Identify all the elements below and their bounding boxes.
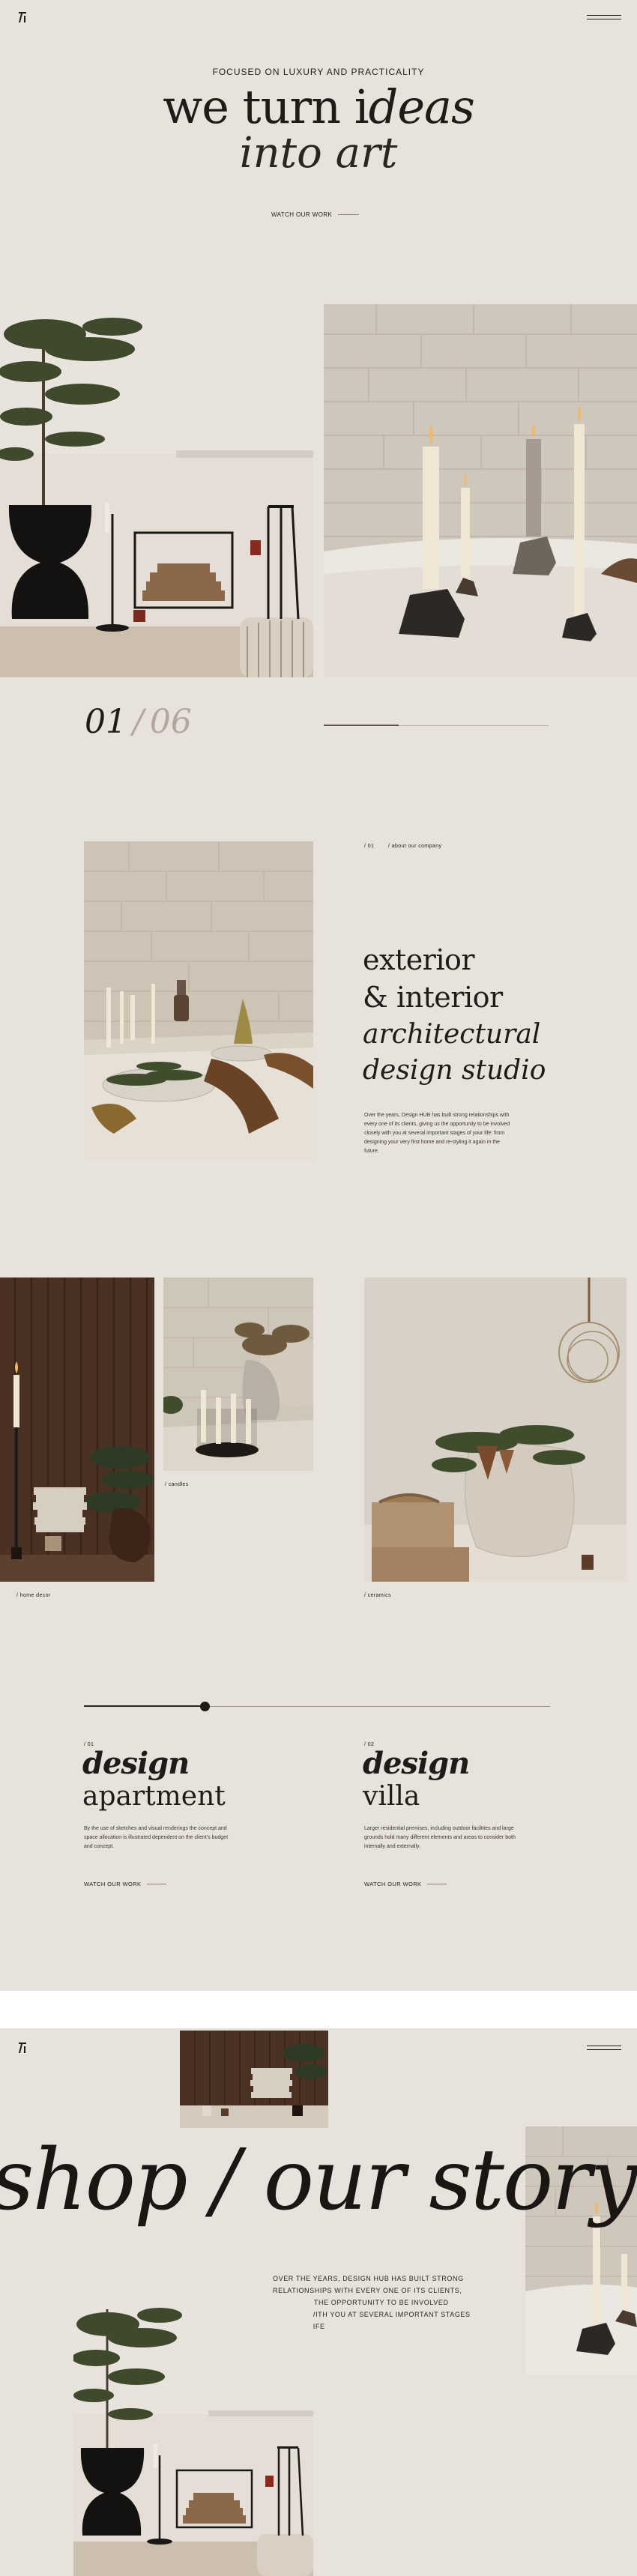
- photo-shop-home-decor: [180, 2031, 328, 2128]
- about-title-line4: design studio: [363, 1055, 546, 1086]
- slide-counter-separator: /: [133, 703, 144, 741]
- slide-counter-total: 06: [149, 703, 192, 741]
- about-title-line1: exterior: [363, 943, 475, 976]
- slider-progress-fill: [324, 725, 399, 726]
- service-1-cta[interactable]: WATCH OUR WORK: [84, 1881, 167, 1887]
- logo-mark-icon[interactable]: [16, 10, 28, 24]
- photo-ceramics: [364, 1278, 627, 1582]
- slider-handle[interactable]: [200, 1702, 210, 1711]
- service-2-title-a: design: [363, 1746, 470, 1781]
- caption-ceramics[interactable]: / ceramics: [364, 1593, 391, 1598]
- service-1-text: By the use of sketches and visual render…: [84, 1826, 229, 1849]
- service-2-title-b: villa: [363, 1781, 420, 1812]
- hamburger-menu-icon[interactable]: [587, 15, 621, 21]
- caption-home-decor[interactable]: / home decor: [16, 1593, 51, 1598]
- photo-table-setting: [84, 841, 313, 1161]
- about-text: Over the years, Design HUB has built str…: [364, 1113, 510, 1154]
- hamburger-menu-icon[interactable]: [587, 2046, 621, 2052]
- about-title-line3: architectural: [363, 1019, 541, 1050]
- caption-candles[interactable]: / candles: [165, 1482, 189, 1487]
- hero-cta-label: WATCH OUR WORK: [271, 211, 333, 218]
- logo-mark-icon[interactable]: [16, 2041, 28, 2055]
- about-title-line2: & interior: [363, 981, 503, 1014]
- about-index: / 01: [364, 844, 375, 849]
- services-slider-fill: [84, 1705, 204, 1707]
- hero-title-part-a: we turn i: [163, 79, 369, 134]
- slide-counter: 01 / 06: [85, 703, 192, 741]
- service-1-title-a: design: [82, 1746, 190, 1781]
- photo-candles-stone: [324, 304, 637, 677]
- section-divider: [0, 1991, 637, 2028]
- service-2-cta[interactable]: WATCH OUR WORK: [364, 1881, 447, 1887]
- hero-eyebrow: FOCUSED ON LUXURY AND PRACTICALITY: [212, 67, 425, 77]
- service-1-cta-label: WATCH OUR WORK: [84, 1881, 142, 1887]
- shop-headline[interactable]: shop / our story: [0, 2135, 637, 2225]
- photo-candles: [163, 1278, 313, 1471]
- hero-title-line2: into art: [239, 129, 398, 178]
- photo-shop-tree-planter: [73, 2294, 313, 2576]
- about-label: / about our company: [388, 844, 442, 849]
- service-2-text: Larger residential premises, including o…: [364, 1826, 516, 1849]
- service-2-cta-label: WATCH OUR WORK: [364, 1881, 422, 1887]
- slide-counter-current: 01: [85, 703, 127, 741]
- photo-tree-planter: [0, 304, 313, 677]
- hero-cta[interactable]: WATCH OUR WORK: [271, 211, 360, 218]
- service-1-title-b: apartment: [82, 1781, 226, 1812]
- arrow-line-icon: [338, 214, 360, 215]
- hero-title-part-b: deas: [368, 79, 475, 134]
- hero-title: we turn ideas: [0, 82, 637, 132]
- photo-home-decor: [0, 1278, 154, 1582]
